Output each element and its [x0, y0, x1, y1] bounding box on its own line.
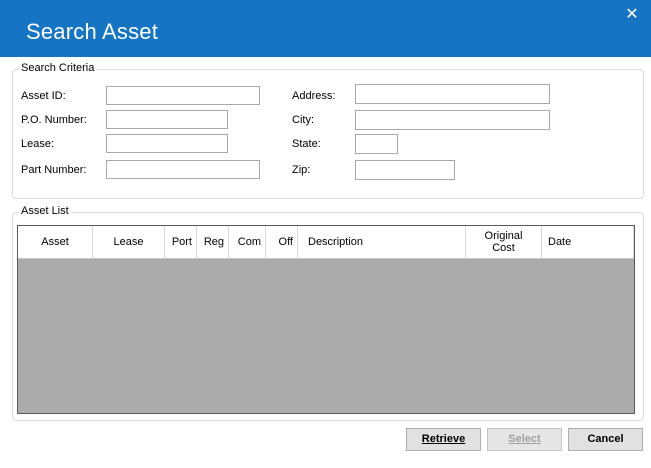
grid-body — [18, 259, 634, 413]
grid-header: Asset Lease Port Reg Com Off Description… — [18, 226, 634, 259]
address-input[interactable] — [355, 84, 550, 104]
column-header-off[interactable]: Off — [266, 226, 298, 258]
select-button[interactable]: Select — [487, 428, 562, 451]
title-bar: Search Asset ✕ — [0, 0, 651, 57]
asset-id-label: Asset ID: — [21, 90, 66, 102]
lease-label: Lease: — [21, 138, 55, 150]
column-header-date[interactable]: Date — [542, 226, 634, 258]
close-icon[interactable]: ✕ — [623, 6, 641, 24]
column-header-lease[interactable]: Lease — [93, 226, 165, 258]
column-header-asset[interactable]: Asset — [18, 226, 93, 258]
column-header-description[interactable]: Description — [302, 226, 466, 258]
state-label: State: — [292, 138, 321, 150]
cancel-button-label: Cancel — [587, 433, 624, 445]
address-label: Address: — [292, 90, 336, 102]
retrieve-button-label: Retrieve — [421, 433, 466, 445]
part-number-input[interactable] — [106, 160, 260, 179]
asset-list-legend: Asset List — [19, 205, 71, 217]
column-header-com[interactable]: Com — [229, 226, 266, 258]
lease-input[interactable] — [106, 134, 228, 153]
asset-id-input[interactable] — [106, 86, 260, 105]
asset-list-grid[interactable]: Asset Lease Port Reg Com Off Description… — [17, 225, 635, 414]
city-label: City: — [292, 114, 314, 126]
retrieve-button[interactable]: Retrieve — [406, 428, 481, 451]
city-input[interactable] — [355, 110, 550, 130]
column-header-port[interactable]: Port — [165, 226, 197, 258]
column-header-original-cost[interactable]: Original Cost — [466, 226, 542, 258]
part-number-label: Part Number: — [21, 164, 87, 176]
cancel-button[interactable]: Cancel — [568, 428, 643, 451]
po-number-input[interactable] — [106, 110, 228, 129]
column-header-reg[interactable]: Reg — [197, 226, 229, 258]
window-title: Search Asset — [26, 19, 159, 44]
zip-label: Zip: — [292, 164, 311, 176]
po-number-label: P.O. Number: — [21, 114, 87, 126]
select-button-label: Select — [508, 433, 541, 445]
zip-input[interactable] — [355, 160, 455, 180]
state-input[interactable] — [355, 134, 398, 154]
search-criteria-legend: Search Criteria — [19, 62, 97, 74]
